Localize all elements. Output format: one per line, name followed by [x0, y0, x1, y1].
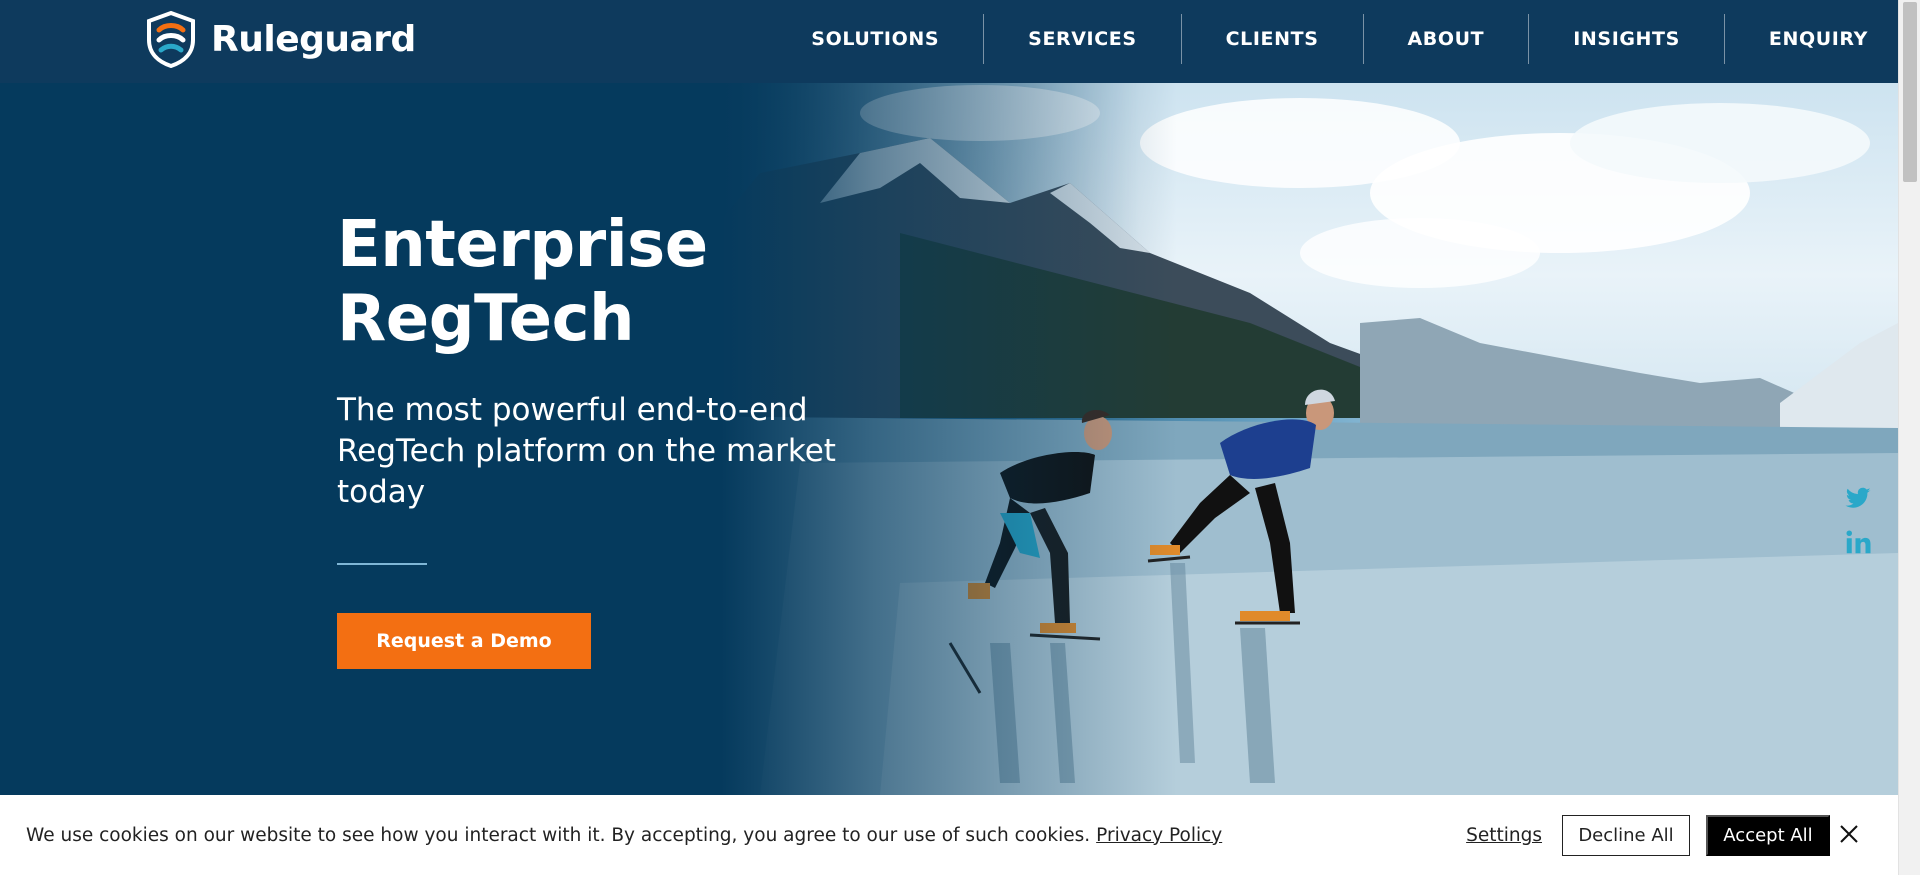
social-links	[1842, 483, 1874, 557]
accept-all-button[interactable]: Accept All	[1706, 815, 1830, 856]
cookie-banner: We use cookies on our website to see how…	[0, 795, 1898, 875]
cookie-message: We use cookies on our website to see how…	[26, 825, 1222, 846]
page-scrollbar[interactable]	[1898, 0, 1920, 875]
shield-logo-icon	[147, 10, 195, 68]
hero-content: Enterprise RegTech The most powerful end…	[337, 208, 937, 669]
privacy-policy-link[interactable]: Privacy Policy	[1096, 825, 1222, 846]
decline-all-button[interactable]: Decline All	[1562, 815, 1690, 856]
cookie-message-text: We use cookies on our website to see how…	[26, 824, 1091, 846]
nav-solutions[interactable]: SOLUTIONS	[767, 14, 983, 64]
nav-clients[interactable]: CLIENTS	[1180, 14, 1363, 64]
hero-divider	[337, 563, 427, 565]
site-header: Ruleguard SOLUTIONS SERVICES CLIENTS ABO…	[0, 0, 1898, 83]
linkedin-icon[interactable]	[1842, 527, 1874, 557]
nav-services[interactable]: SERVICES	[983, 14, 1180, 64]
cookie-actions: Settings Decline All Accept All	[1466, 815, 1830, 856]
main-nav: SOLUTIONS SERVICES CLIENTS ABOUT INSIGHT…	[767, 14, 1898, 64]
hero-overlay	[0, 83, 1898, 795]
nav-about[interactable]: ABOUT	[1362, 14, 1529, 64]
scrollbar-thumb[interactable]	[1903, 2, 1917, 182]
twitter-icon[interactable]	[1842, 483, 1874, 513]
nav-insights[interactable]: INSIGHTS	[1528, 14, 1724, 64]
nav-enquiry[interactable]: ENQUIRY	[1723, 14, 1898, 64]
hero-section: Enterprise RegTech The most powerful end…	[0, 83, 1898, 795]
hero-subtitle: The most powerful end-to-end RegTech pla…	[337, 392, 836, 510]
cookie-settings-link[interactable]: Settings	[1466, 825, 1542, 846]
request-demo-button[interactable]: Request a Demo	[337, 613, 591, 669]
brand-logo[interactable]: Ruleguard	[143, 10, 416, 68]
close-icon[interactable]	[1838, 823, 1860, 845]
brand-name: Ruleguard	[211, 18, 416, 60]
hero-title: Enterprise RegTech	[337, 208, 708, 356]
